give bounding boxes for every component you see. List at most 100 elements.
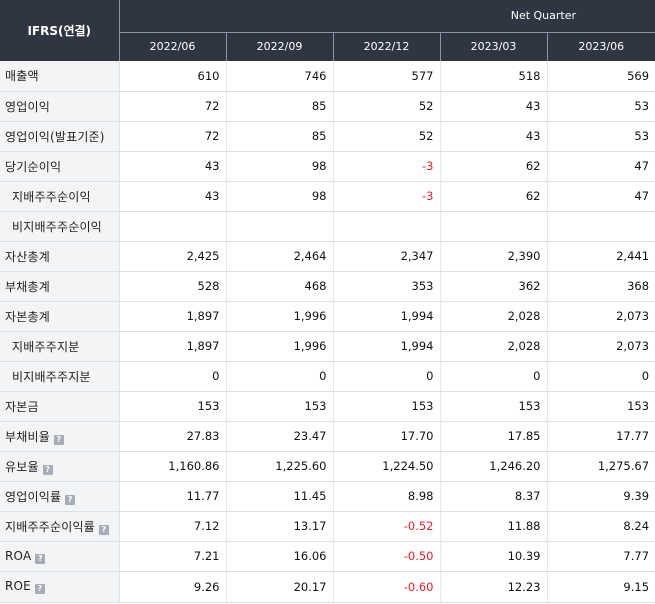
table-cell: 17.70	[332, 421, 440, 452]
table-cell: 53	[546, 121, 655, 152]
row-label: 영업이익	[0, 91, 120, 122]
table-cell: 7.21	[119, 541, 226, 572]
row-label-text: 지배주주순이익	[12, 189, 91, 204]
period-header: 2022/06	[119, 32, 226, 61]
table-cell: 8.98	[332, 481, 440, 512]
table-cell: -0.52	[332, 511, 440, 542]
table-cell: 52	[332, 121, 440, 152]
table-cell: 0	[439, 361, 547, 392]
table-cell: 47	[546, 181, 655, 212]
table-cell: 9.39	[546, 481, 655, 512]
row-label-text: 영업이익	[5, 99, 50, 114]
row-label-text: 매출액	[5, 69, 39, 84]
row-label: 자본금	[0, 391, 120, 422]
table-row: 자본총계 1,897 1,996 1,994 2,028 2,073	[0, 301, 655, 332]
table-cell: 11.88	[439, 511, 547, 542]
help-icon[interactable]: ?	[42, 464, 53, 475]
table-cell: 9.15	[546, 571, 655, 603]
table-row: ROE? 9.26 20.17 -0.60 12.23 9.15	[0, 571, 655, 603]
row-label: 유보율?	[0, 451, 120, 482]
table-cell: 569	[546, 61, 655, 92]
table-cell: 1,897	[119, 331, 226, 362]
table-cell: 0	[546, 361, 655, 392]
period-header: 2023/06	[546, 32, 655, 61]
table-row: 매출액 610 746 577 518 569	[0, 61, 655, 92]
table-cell: 52	[332, 91, 440, 122]
table-cell	[119, 211, 226, 242]
row-label: 부채총계	[0, 271, 120, 302]
row-label-text: 영업이익률	[5, 489, 62, 504]
table-cell: 43	[439, 121, 547, 152]
table-cell: 610	[119, 61, 226, 92]
table-cell: 72	[119, 91, 226, 122]
row-label: 비지배주주지분	[0, 361, 120, 392]
row-label-text: 지배주주순이익률	[5, 519, 95, 534]
table-cell: 1,224.50	[332, 451, 440, 482]
table-row: 당기순이익 43 98 -3 62 47	[0, 151, 655, 182]
table-cell	[225, 211, 333, 242]
row-label-text: 부채비율	[5, 429, 50, 444]
row-label: 비지배주주순이익	[0, 211, 120, 242]
row-label: ROA?	[0, 541, 120, 572]
table-row: 자본금 153 153 153 153 153	[0, 391, 655, 422]
table-cell: 62	[439, 181, 547, 212]
row-label: 지배주주순이익	[0, 181, 120, 212]
row-label: 지배주주순이익률?	[0, 511, 120, 542]
table-cell: 153	[225, 391, 333, 422]
table-row: 부채총계 528 468 353 362 368	[0, 271, 655, 302]
table-row: 영업이익 72 85 52 43 53	[0, 91, 655, 122]
table-cell: 518	[439, 61, 547, 92]
table-cell: 2,347	[332, 241, 440, 272]
table-cell: 577	[332, 61, 440, 92]
row-label: 자산총계	[0, 241, 120, 272]
table-cell: 10.39	[439, 541, 547, 572]
help-icon[interactable]: ?	[34, 584, 45, 594]
table-cell: 1,275.67	[546, 451, 655, 482]
period-header: 2022/09	[225, 32, 333, 61]
table-cell: 2,073	[546, 301, 655, 332]
table-cell: 53	[546, 91, 655, 122]
table-cell	[439, 211, 547, 242]
table-cell: 1,225.60	[225, 451, 333, 482]
table-cell: 153	[332, 391, 440, 422]
table-cell: 47	[546, 151, 655, 182]
table-cell: 8.24	[546, 511, 655, 542]
table-cell: 62	[439, 151, 547, 182]
row-label: 부채비율?	[0, 421, 120, 452]
help-icon[interactable]: ?	[53, 434, 64, 445]
table-cell: 0	[119, 361, 226, 392]
table-cell: 8.37	[439, 481, 547, 512]
table-cell: -3	[332, 151, 440, 182]
table-header-title: IFRS(연결)	[0, 0, 120, 61]
row-label-text: 유보율	[5, 459, 39, 474]
table-cell: 0	[225, 361, 333, 392]
table-cell: 72	[119, 121, 226, 152]
row-label-text: 지배주주지분	[12, 339, 80, 354]
table-cell: 2,028	[439, 301, 547, 332]
table-cell: 27.83	[119, 421, 226, 452]
table-cell: 153	[546, 391, 655, 422]
help-icon[interactable]: ?	[35, 553, 46, 564]
table-cell: 16.06	[225, 541, 333, 572]
table-cell: 17.85	[439, 421, 547, 452]
table-cell: 2,390	[439, 241, 547, 272]
table-cell: 468	[225, 271, 333, 302]
table-cell: -0.60	[332, 571, 440, 603]
table-cell	[332, 211, 440, 242]
table-cell: 43	[119, 181, 226, 212]
table-cell: 1,897	[119, 301, 226, 332]
table-cell	[546, 211, 655, 242]
row-label-text: 자산총계	[5, 249, 50, 264]
row-label: 지배주주지분	[0, 331, 120, 362]
period-header: 2023/03	[439, 32, 547, 61]
table-row: 지배주주순이익 43 98 -3 62 47	[0, 181, 655, 212]
table-cell: 9.26	[119, 571, 226, 603]
help-icon[interactable]: ?	[98, 524, 109, 535]
table-row: 영업이익률? 11.77 11.45 8.98 8.37 9.39	[0, 481, 655, 512]
row-label: 영업이익률?	[0, 481, 120, 512]
table-cell: 153	[439, 391, 547, 422]
row-label-text: 비지배주주지분	[12, 369, 91, 384]
help-icon[interactable]: ?	[65, 494, 76, 505]
table-cell: 1,996	[225, 331, 333, 362]
table-cell: 43	[119, 151, 226, 182]
